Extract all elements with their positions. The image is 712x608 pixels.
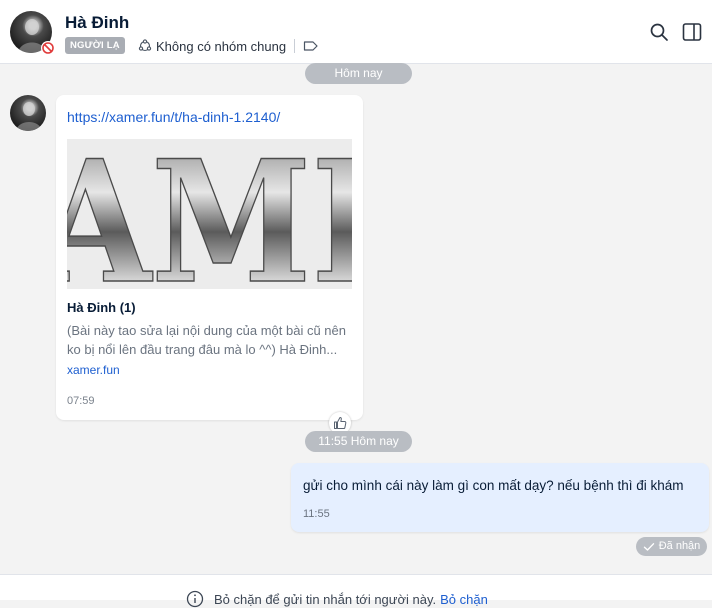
unblock-link[interactable]: Bỏ chặn [440,592,488,607]
blocked-badge [41,41,55,55]
sidebar-toggle-icon [682,23,702,41]
link-title: Hà Đinh (1) [67,300,136,315]
date-separator: Hôm nay [305,63,412,84]
avatar-figure-icon [16,102,42,131]
search-icon [650,23,668,41]
blocked-notice-text: Bỏ chặn để gửi tin nhắn tới người này. [214,591,437,607]
time-separator: 11:55 Hôm nay [305,431,412,452]
stranger-badge: NGƯỜI LẠ [65,37,125,54]
tag-icon[interactable] [303,40,319,52]
message-time: 07:59 [67,395,95,407]
blocked-notice-bar: Bỏ chặn để gửi tin nhắn tới người này. B… [0,574,712,608]
check-icon [643,542,654,551]
info-icon [186,590,204,608]
preview-image-text: AMI [67,139,352,289]
outgoing-message-text: gửi cho mình cái này làm gì con mất dạy?… [303,478,684,493]
search-button[interactable] [647,20,671,44]
contact-name[interactable]: Hà Đinh [65,13,129,33]
outgoing-message-time: 11:55 [303,508,330,520]
sender-avatar[interactable] [10,95,46,131]
group-icon [138,39,152,52]
common-groups[interactable]: Không có nhóm chung [138,37,323,55]
common-groups-label: Không có nhóm chung [156,38,287,54]
message-link[interactable]: https://xamer.fun/t/ha-dinh-1.2140/ [67,109,280,125]
delivery-status: Đã nhận [636,537,707,556]
link-description: (Bài này tao sửa lại nội dung của một bà… [67,323,346,357]
preview-image: AMI [67,139,352,289]
thumbs-up-icon [334,417,347,429]
blocked-icon [42,42,54,54]
outgoing-message[interactable]: gửi cho mình cái này làm gì con mất dạy?… [291,463,709,532]
link-domain[interactable]: xamer.fun [67,363,120,377]
header-divider [294,39,296,53]
toggle-sidebar-button[interactable] [680,20,704,44]
link-preview-message[interactable]: https://xamer.fun/t/ha-dinh-1.2140/ AMI … [56,95,363,420]
blocked-notice: Bỏ chặn để gửi tin nhắn tới người này. B… [186,590,488,608]
delivery-status-label: Đã nhận [658,540,701,552]
chat-header: Hà Đinh NGƯỜI LẠ Không có nhóm chung [0,0,712,64]
link-preview-image[interactable]: AMI [67,139,352,289]
